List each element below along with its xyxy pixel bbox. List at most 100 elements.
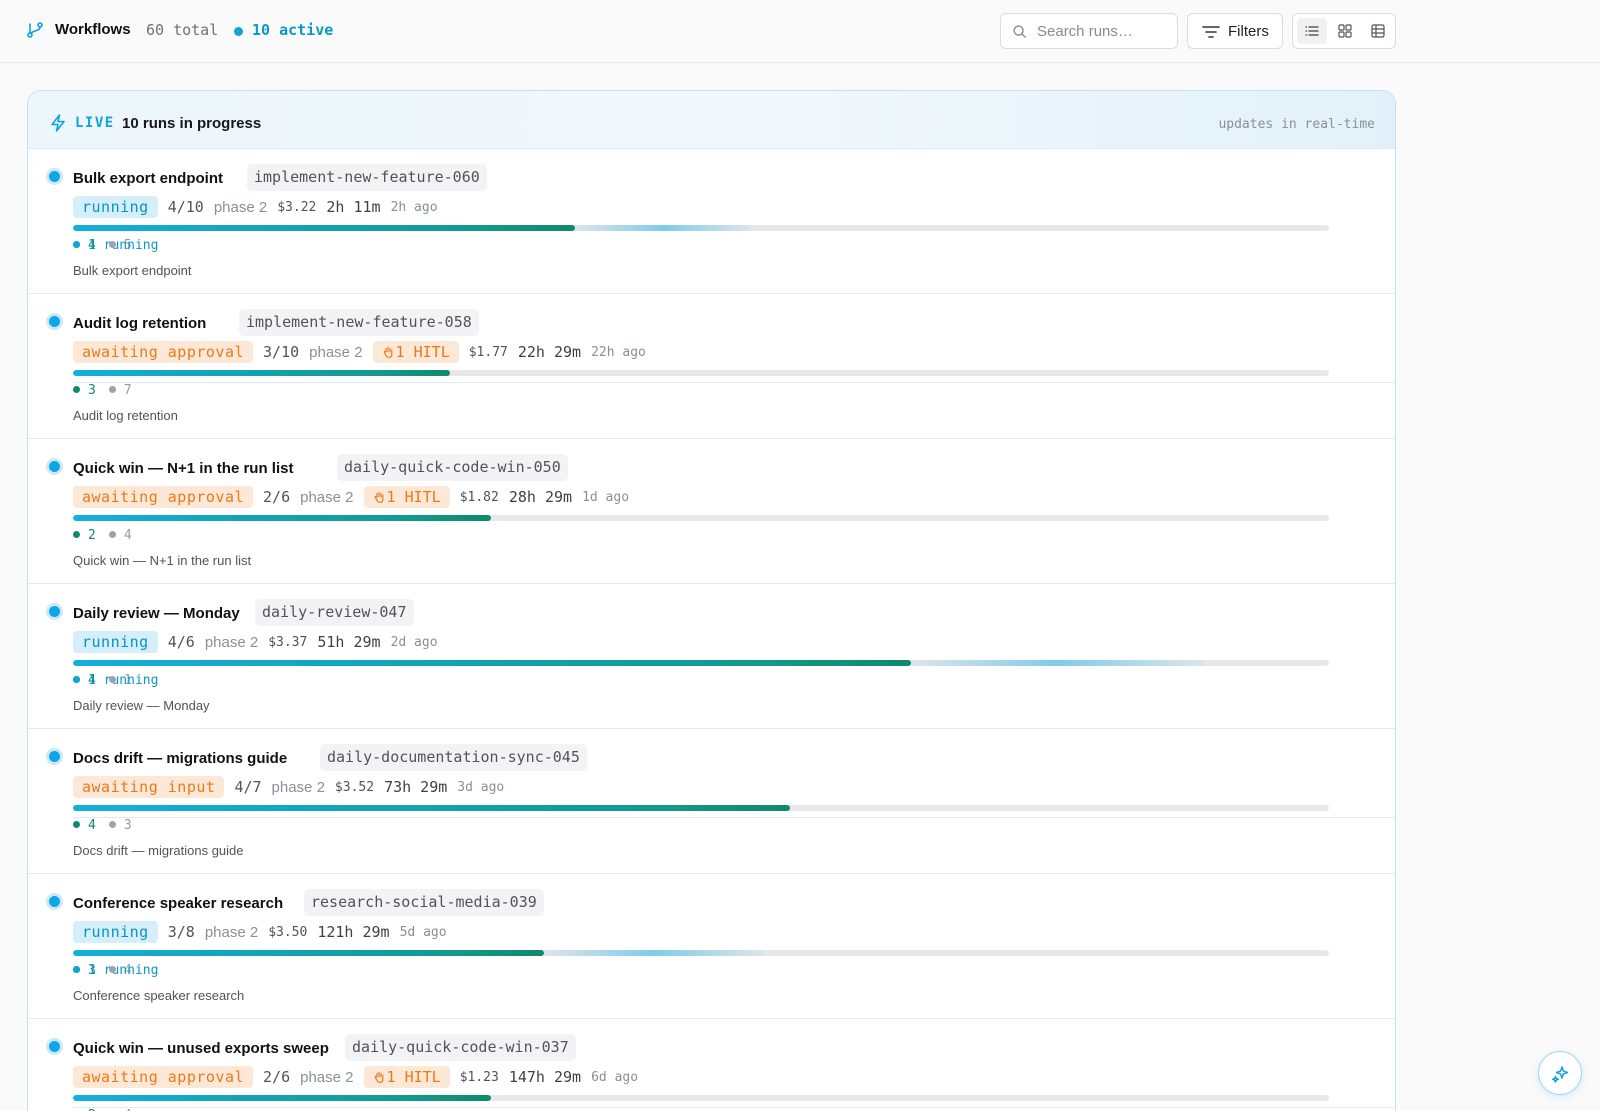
steps-count: 4/7 [234, 778, 262, 796]
list-icon [1305, 26, 1319, 36]
started-ago: 6d ago [591, 1069, 639, 1085]
search-box[interactable] [1000, 13, 1178, 49]
done-dot [73, 821, 80, 828]
live-badge: LIVE [75, 115, 115, 131]
steps-count: 2/6 [263, 488, 291, 506]
cost: $1.82 [459, 489, 499, 505]
live-pulse-dot [49, 606, 60, 617]
status-badge: awaiting approval [73, 486, 254, 508]
workflow-slug[interactable]: daily-documentation-sync-045 [320, 744, 587, 771]
step-legend: 41 running 5 [73, 238, 1395, 383]
active-count: 10 active [252, 21, 334, 39]
list-view-button[interactable] [1297, 18, 1327, 44]
duration: 51h 29m [317, 633, 381, 651]
status-badge: awaiting input [73, 776, 225, 798]
step-legend: 24 [73, 528, 145, 544]
started-ago: 2d ago [390, 634, 438, 650]
running-value: 1 running [88, 238, 159, 253]
grid-view-button[interactable] [1330, 18, 1360, 44]
run-row[interactable]: Bulk export endpoint implement-new-featur… [28, 149, 1395, 383]
total-count: 60 total [146, 21, 219, 39]
running-dot [73, 966, 80, 973]
phase-label: phase 2 [204, 923, 259, 941]
run-title[interactable]: Daily review — Monday [73, 605, 240, 622]
workflow-slug[interactable]: implement-new-feature-058 [239, 309, 479, 336]
progress-fill [73, 370, 450, 376]
search-icon [1013, 25, 1026, 38]
pending-dot [108, 676, 116, 683]
workflow-slug[interactable]: daily-review-047 [255, 599, 414, 626]
workflow-slug[interactable]: implement-new-feature-060 [247, 164, 487, 191]
done-value: 2 [88, 528, 96, 543]
running-dot [73, 241, 80, 248]
run-title[interactable]: Docs drift — migrations guide [73, 750, 287, 767]
assistant-button[interactable] [1538, 1051, 1582, 1095]
done-value: 3 [88, 383, 96, 398]
run-title[interactable]: Quick win — N+1 in the run list [73, 460, 293, 477]
pending-dot [108, 821, 116, 828]
run-description: Quick win — N+1 in the run list [73, 553, 252, 568]
duration: 22h 29m [517, 343, 582, 361]
duration: 147h 29m [508, 1068, 582, 1086]
live-panel-header: LIVE 10 runs in progress updates in real… [28, 91, 1395, 149]
run-description: Audit log retention [73, 408, 178, 423]
steps-count: 4/10 [167, 198, 204, 216]
steps-count: 2/6 [263, 1068, 291, 1086]
done-count: 3 [73, 383, 96, 398]
progress-track [73, 660, 1329, 666]
table-view-button[interactable] [1363, 18, 1393, 44]
hand-icon [383, 346, 392, 358]
active-dot [234, 27, 243, 36]
done-dot [73, 386, 80, 393]
run-meta: awaiting approval 3/10 phase 2 1 HITL $1.77 2… [73, 341, 656, 365]
progress-shimmer [575, 225, 751, 231]
top-bar: Workflows 60 total 10 active Filters [0, 0, 1600, 63]
run-title[interactable]: Quick win — unused exports sweep [73, 1040, 329, 1057]
run-title[interactable]: Bulk export endpoint [73, 170, 223, 187]
started-ago: 3d ago [457, 779, 505, 795]
status-badge: awaiting approval [73, 1066, 254, 1088]
lightning-icon [51, 114, 65, 132]
workflow-slug[interactable]: daily-quick-code-win-037 [345, 1034, 576, 1061]
hitl-badge: 1 HITL [363, 1066, 450, 1088]
duration: 2h 11m [326, 198, 381, 216]
run-title[interactable]: Audit log retention [73, 315, 206, 332]
page-title: Workflows [55, 21, 131, 38]
run-row[interactable]: Audit log retention implement-new-feature… [28, 294, 1395, 439]
run-meta: running 3/8 phase 2 $3.50 121h 29m 5d ago [73, 921, 457, 945]
workflow-slug[interactable]: research-social-media-039 [304, 889, 544, 916]
step-legend: 31 running 4 [73, 963, 1395, 1108]
run-meta: awaiting approval 2/6 phase 2 1 HITL $1.82 28… [73, 486, 639, 510]
run-description: Daily review — Monday [73, 698, 210, 713]
done-count: 4 [73, 818, 96, 833]
sparkle-icon [1552, 1066, 1569, 1083]
cost: $1.23 [459, 1069, 499, 1085]
pending-count: 7 [108, 383, 132, 398]
workflow-branch-icon [27, 22, 43, 38]
progress-shimmer [911, 660, 1204, 666]
hitl-badge: 1 HITL [372, 341, 459, 363]
live-pulse-dot [49, 896, 60, 907]
step-legend: 43 [73, 818, 145, 834]
duration: 121h 29m [317, 923, 390, 941]
started-ago: 1d ago [582, 489, 630, 505]
run-row[interactable]: Docs drift — migrations guide daily-docum… [28, 729, 1395, 874]
run-row[interactable]: Daily review — Monday daily-review-047 run… [28, 584, 1395, 818]
running-dot [73, 676, 80, 683]
run-row[interactable]: Quick win — N+1 in the run list daily-qui… [28, 439, 1395, 584]
run-row[interactable]: Conference speaker research research-soci… [28, 874, 1395, 1108]
pending-value: 4 [123, 528, 132, 543]
progress-track [73, 950, 1329, 956]
progress-track [73, 515, 1329, 521]
run-title[interactable]: Conference speaker research [73, 895, 283, 912]
progress-track [73, 1095, 1329, 1101]
workflow-slug[interactable]: daily-quick-code-win-050 [337, 454, 568, 481]
done-dot [73, 531, 80, 538]
pending-dot [108, 966, 116, 973]
run-row[interactable]: Quick win — unused exports sweep daily-qu… [28, 1019, 1395, 1111]
search-input[interactable] [1037, 21, 1167, 41]
realtime-note: updates in real-time [1218, 117, 1375, 132]
filters-button[interactable]: Filters [1187, 13, 1283, 49]
grid-icon [1338, 24, 1352, 38]
cost: $3.22 [277, 199, 317, 215]
